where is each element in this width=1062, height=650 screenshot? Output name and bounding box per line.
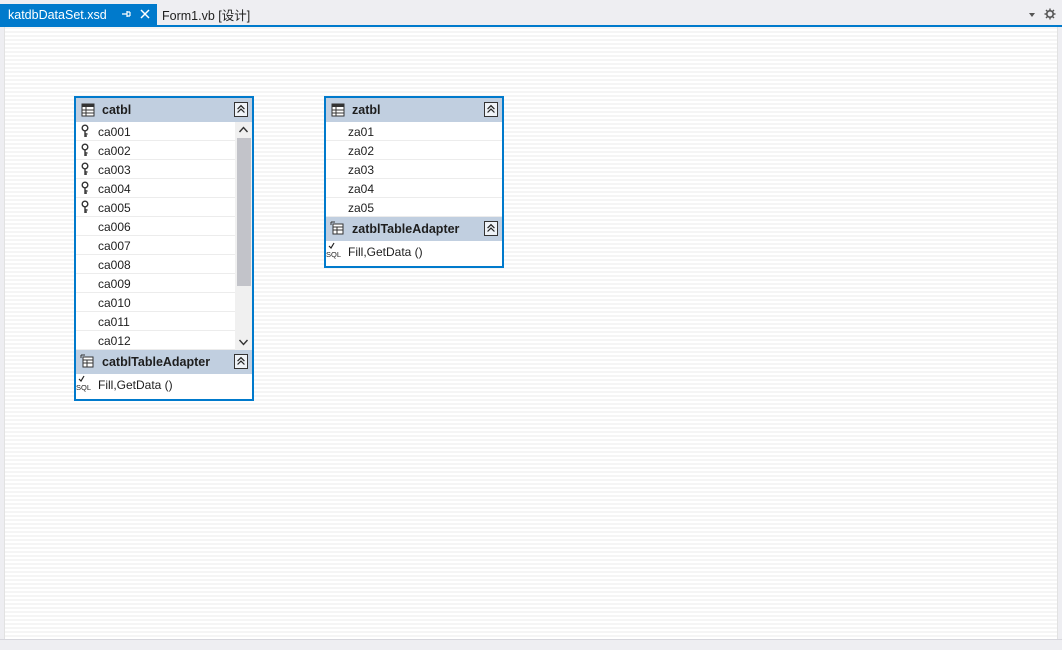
column-row[interactable]: ca008 [76, 255, 252, 274]
svg-text:SQL: SQL [76, 383, 91, 392]
column-row[interactable]: ca005 [76, 198, 252, 217]
query-row[interactable]: SQL Fill,GetData () [326, 241, 502, 261]
table-adapter-icon [80, 354, 94, 368]
sql-query-icon: SQL [76, 375, 91, 392]
key-icon [81, 162, 89, 175]
table-adapter-header[interactable]: catblTableAdapter [76, 350, 252, 374]
column-list-scrollbar[interactable] [235, 122, 252, 350]
table-icon [81, 103, 95, 117]
svg-text:SQL: SQL [326, 250, 341, 259]
table-header[interactable]: catbl [76, 98, 252, 122]
table-name: catbl [102, 103, 132, 117]
table-zatbl[interactable]: zatbl za01 za02 za03 za04 za05 zatblTabl… [324, 96, 504, 268]
collapse-icon[interactable] [484, 221, 498, 236]
scrollbar-thumb[interactable] [237, 138, 251, 286]
column-row[interactable]: ca012 [76, 331, 252, 350]
column-row[interactable]: ca004 [76, 179, 252, 198]
column-row[interactable]: za03 [326, 160, 502, 179]
status-bar [0, 639, 1062, 650]
column-row[interactable]: ca010 [76, 293, 252, 312]
column-row[interactable]: ca002 [76, 141, 252, 160]
column-row[interactable]: ca001 [76, 122, 252, 141]
query-text: Fill,GetData () [98, 378, 173, 392]
table-catbl[interactable]: catbl ca001 ca002 ca003 ca004 ca005 ca00… [74, 96, 254, 401]
collapse-icon[interactable] [484, 102, 498, 117]
chevron-up-icon[interactable] [238, 125, 249, 134]
gear-icon[interactable] [1044, 8, 1056, 20]
column-row[interactable]: ca007 [76, 236, 252, 255]
key-icon [81, 124, 89, 137]
collapse-icon[interactable] [234, 354, 248, 369]
column-row[interactable]: za05 [326, 198, 502, 217]
collapse-icon[interactable] [234, 102, 248, 117]
dropdown-icon[interactable] [1026, 8, 1038, 20]
table-adapter-name: zatblTableAdapter [352, 222, 460, 236]
chevron-down-icon[interactable] [238, 338, 249, 347]
close-icon[interactable] [139, 8, 151, 20]
column-row[interactable]: ca003 [76, 160, 252, 179]
column-row[interactable]: ca009 [76, 274, 252, 293]
tab-form1-design[interactable]: Form1.vb [设计] [157, 4, 262, 25]
column-row[interactable]: za01 [326, 122, 502, 141]
column-row[interactable]: za02 [326, 141, 502, 160]
document-tab-bar: katdbDataSet.xsd Form1.vb [设计] [0, 0, 1062, 25]
query-text: Fill,GetData () [348, 245, 423, 259]
column-row[interactable]: za04 [326, 179, 502, 198]
query-row[interactable]: SQL Fill,GetData () [76, 374, 252, 394]
column-list[interactable]: ca001 ca002 ca003 ca004 ca005 ca006 ca00… [76, 122, 252, 350]
column-list[interactable]: za01 za02 za03 za04 za05 [326, 122, 502, 217]
sql-query-icon: SQL [326, 242, 341, 259]
key-icon [81, 143, 89, 156]
pin-icon[interactable] [120, 8, 132, 20]
tab-label: katdbDataSet.xsd [8, 7, 107, 22]
table-adapter-icon [330, 221, 344, 235]
tab-label: Form1.vb [设计] [162, 9, 251, 23]
table-icon [331, 103, 345, 117]
column-row[interactable]: ca011 [76, 312, 252, 331]
table-adapter-header[interactable]: zatblTableAdapter [326, 217, 502, 241]
column-row[interactable]: ca006 [76, 217, 252, 236]
table-adapter-name: catblTableAdapter [102, 355, 211, 369]
table-header[interactable]: zatbl [326, 98, 502, 122]
table-name: zatbl [352, 103, 381, 117]
key-icon [81, 181, 89, 194]
tab-katdbdataset[interactable]: katdbDataSet.xsd [0, 4, 157, 25]
key-icon [81, 200, 89, 213]
